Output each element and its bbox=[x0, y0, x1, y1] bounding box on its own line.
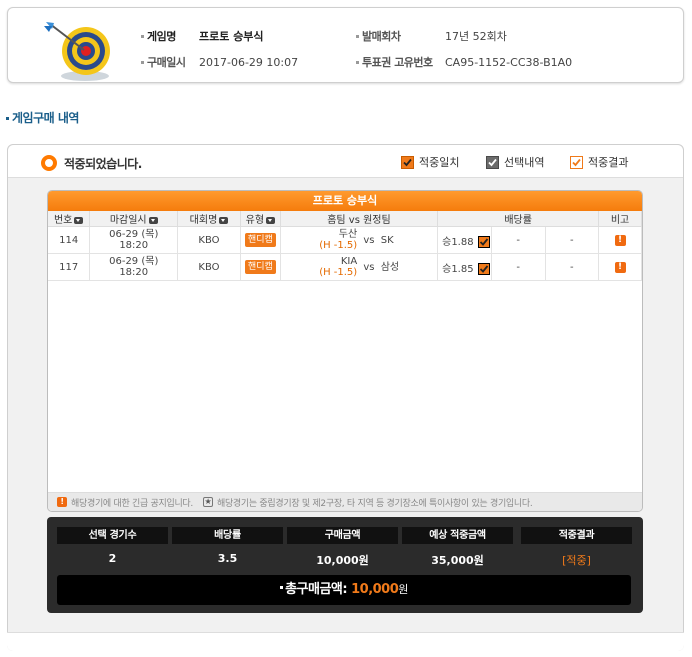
legend-selection-label: 선택내역 bbox=[504, 156, 545, 169]
legend-match-label: 적중일치 bbox=[419, 156, 460, 169]
panel-header: 적중되었습니다. 적중일치 선택내역 적중결과 bbox=[8, 145, 683, 178]
row-deadline: 06-29 (목) 18:20 bbox=[89, 253, 179, 281]
odds-win[interactable]: 승1.88 bbox=[437, 226, 492, 254]
ticket-info-card: 게임명 프로토 승부식 발매회차 17년 52회차 구매일시 2017-06-2… bbox=[7, 7, 684, 83]
notice-neutral-text: 해당경기는 중립경기장 및 제2구장, 타 지역 등 경기장소에 특이사항이 있… bbox=[216, 498, 533, 509]
legend-result-label: 적중결과 bbox=[588, 156, 629, 169]
check-icon bbox=[570, 155, 583, 169]
handicap-badge: 핸디캡 bbox=[244, 233, 276, 247]
odds-lose: - bbox=[545, 226, 600, 254]
legend-selection: 선택내역 bbox=[486, 154, 544, 170]
game-name-label: 게임명 bbox=[141, 28, 199, 44]
table-title: 프로토 승부식 bbox=[48, 191, 642, 211]
summary-odds: 3.5 bbox=[217, 552, 238, 565]
odds-draw: - bbox=[491, 253, 546, 281]
star-icon: ★ bbox=[202, 497, 213, 507]
col-league[interactable]: 대회명 bbox=[177, 211, 241, 227]
alert-icon[interactable]: ! bbox=[614, 235, 626, 246]
target-icon bbox=[44, 22, 110, 81]
total-amount: 10,000 bbox=[351, 582, 399, 597]
row-type: 핸디캡 bbox=[240, 253, 281, 281]
check-icon bbox=[477, 262, 490, 275]
ticket-id-row: 투표권 고유번호 CA95-1152-CC38-B1A0 bbox=[356, 54, 572, 70]
purchase-date-row: 구매일시 2017-06-29 10:07 bbox=[141, 54, 298, 70]
check-icon bbox=[486, 155, 499, 169]
away-team: SK bbox=[380, 234, 394, 246]
odds-win[interactable]: 승1.85 bbox=[437, 253, 492, 281]
win-status-text: 적중되었습니다. bbox=[64, 157, 142, 171]
row-note[interactable]: ! bbox=[598, 253, 642, 281]
purchase-date-value: 2017-06-29 10:07 bbox=[199, 55, 299, 69]
sort-icon[interactable] bbox=[148, 216, 158, 224]
total-label: 총구매금액: bbox=[285, 582, 348, 597]
table-row: 114 06-29 (목) 18:20 KBO 핸디캡 두산 (H -1.5) v… bbox=[48, 226, 642, 254]
handicap-value: (H -1.5) bbox=[319, 240, 358, 251]
row-no: 114 bbox=[48, 226, 91, 254]
sort-icon[interactable] bbox=[219, 216, 229, 224]
notice-urgent-text: 해당경기에 대한 긴급 공지입니다. bbox=[71, 498, 193, 509]
odds-draw: - bbox=[491, 226, 546, 254]
alert-icon[interactable]: ! bbox=[614, 262, 626, 273]
col-note: 비고 bbox=[598, 211, 642, 227]
ticket-id-label: 투표권 고유번호 bbox=[356, 54, 445, 70]
round-value: 17년 52회차 bbox=[445, 30, 507, 43]
legend-result: 적중결과 bbox=[570, 154, 628, 170]
table-row: 117 06-29 (목) 18:20 KBO 핸디캡 KIA (H -1.5) … bbox=[48, 253, 642, 281]
summary-result: [적중] bbox=[562, 554, 591, 567]
bet-table: 번호 마감일시 대회명 유형 홈팀 vs 원정팀 배당률 비고 114 06-2… bbox=[48, 211, 642, 281]
summary-header-expected: 예상 적중금액 bbox=[402, 527, 513, 544]
game-name-row: 게임명 프로토 승부식 bbox=[141, 28, 264, 44]
game-name-value: 프로토 승부식 bbox=[199, 30, 264, 43]
vs-label: vs bbox=[363, 234, 375, 246]
row-type: 핸디캡 bbox=[240, 226, 281, 254]
round-label: 발매회차 bbox=[356, 28, 445, 44]
purchase-summary: 선택 경기수 배당률 구매금액 예상 적중금액 적중결과 2 3.5 10,00… bbox=[47, 517, 643, 613]
alert-icon: ! bbox=[57, 497, 67, 507]
panel-footer bbox=[7, 632, 684, 651]
home-team: KIA bbox=[340, 256, 358, 267]
away-team: 삼성 bbox=[380, 261, 400, 273]
row-teams: 두산 (H -1.5) vs SK bbox=[280, 226, 439, 254]
row-league: KBO bbox=[177, 253, 241, 281]
sort-icon[interactable] bbox=[266, 216, 276, 224]
summary-header-result: 적중결과 bbox=[521, 527, 632, 544]
handicap-value: (H -1.5) bbox=[319, 267, 358, 278]
total-amount-bar: 총구매금액: 10,000원 bbox=[57, 575, 631, 605]
ticket-id-value: CA95-1152-CC38-B1A0 bbox=[445, 55, 573, 69]
handicap-badge: 핸디캡 bbox=[244, 260, 276, 274]
summary-header-amount: 구매금액 bbox=[287, 527, 398, 544]
round-row: 발매회차 17년 52회차 bbox=[356, 28, 507, 44]
win-status-icon bbox=[41, 155, 57, 171]
summary-header-count: 선택 경기수 bbox=[57, 527, 168, 544]
col-odds: 배당률 bbox=[437, 211, 600, 227]
game-table: 프로토 승부식 번호 마감일시 대회명 유형 홈팀 vs 원정팀 배당률 비고 … bbox=[47, 190, 643, 512]
section-title: 게임구매 내역 bbox=[6, 109, 79, 126]
summary-count: 2 bbox=[108, 552, 117, 565]
col-teams: 홈팀 vs 원정팀 bbox=[280, 211, 439, 227]
col-deadline[interactable]: 마감일시 bbox=[89, 211, 179, 227]
row-note[interactable]: ! bbox=[598, 226, 642, 254]
summary-header-odds: 배당률 bbox=[172, 527, 283, 544]
row-teams: KIA (H -1.5) vs 삼성 bbox=[280, 253, 439, 281]
purchase-date-label: 구매일시 bbox=[141, 54, 199, 70]
row-league: KBO bbox=[177, 226, 241, 254]
row-no: 117 bbox=[48, 253, 91, 281]
odds-lose: - bbox=[545, 253, 600, 281]
summary-amount: 10,000원 bbox=[316, 554, 369, 567]
row-deadline: 06-29 (목) 18:20 bbox=[89, 226, 179, 254]
vs-label: vs bbox=[363, 261, 375, 273]
summary-expected: 35,000원 bbox=[431, 554, 484, 567]
check-icon bbox=[477, 235, 490, 248]
col-no[interactable]: 번호 bbox=[48, 211, 91, 227]
total-unit: 원 bbox=[398, 583, 408, 596]
check-icon bbox=[401, 155, 414, 169]
home-team: 두산 bbox=[338, 229, 358, 240]
col-type[interactable]: 유형 bbox=[240, 211, 281, 227]
sort-icon[interactable] bbox=[74, 216, 84, 224]
legend-match: 적중일치 bbox=[401, 154, 459, 170]
notice-bar: ! 해당경기에 대한 긴급 공지입니다. ★ 해당경기는 중립경기장 및 제2구… bbox=[48, 492, 642, 511]
